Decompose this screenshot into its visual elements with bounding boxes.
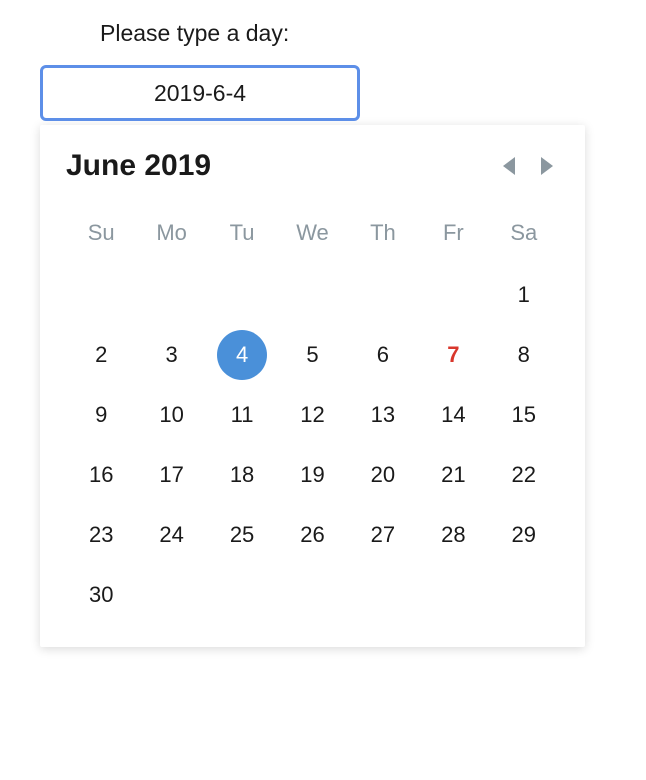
day-cell: 26: [277, 505, 347, 565]
weekday-label: Su: [66, 209, 136, 257]
weekday-label: We: [277, 209, 347, 257]
day-cell: 20: [348, 445, 418, 505]
day-cell: 14: [418, 385, 488, 445]
date-input[interactable]: [40, 65, 360, 121]
calendar-popover: June 2019 SuMoTuWeThFrSa1234567891011121…: [40, 125, 585, 647]
day-cell: 27: [348, 505, 418, 565]
day-cell: 10: [136, 385, 206, 445]
day-button[interactable]: 2: [76, 330, 126, 380]
empty-cell: [66, 265, 136, 325]
day-button[interactable]: 25: [217, 510, 267, 560]
day-cell: 22: [489, 445, 559, 505]
day-button[interactable]: 17: [147, 450, 197, 500]
day-cell: 23: [66, 505, 136, 565]
day-cell: 3: [136, 325, 206, 385]
calendar-title: June 2019: [66, 149, 211, 183]
day-button[interactable]: 26: [287, 510, 337, 560]
day-cell: 16: [66, 445, 136, 505]
day-button[interactable]: 16: [76, 450, 126, 500]
day-button[interactable]: 20: [358, 450, 408, 500]
day-button[interactable]: 3: [147, 330, 197, 380]
date-input-wrap: [40, 65, 646, 121]
day-button[interactable]: 9: [76, 390, 126, 440]
prompt-label: Please type a day:: [100, 20, 646, 47]
day-cell: 6: [348, 325, 418, 385]
day-cell: 25: [207, 505, 277, 565]
day-button[interactable]: 1: [499, 270, 549, 320]
day-cell: 1: [489, 265, 559, 325]
day-button[interactable]: 10: [147, 390, 197, 440]
day-button[interactable]: 5: [287, 330, 337, 380]
day-cell: 30: [66, 565, 136, 625]
day-cell: 17: [136, 445, 206, 505]
day-button[interactable]: 22: [499, 450, 549, 500]
day-cell: 5: [277, 325, 347, 385]
day-cell: 2: [66, 325, 136, 385]
day-button[interactable]: 11: [217, 390, 267, 440]
day-button[interactable]: 8: [499, 330, 549, 380]
day-button[interactable]: 24: [147, 510, 197, 560]
day-button[interactable]: 13: [358, 390, 408, 440]
day-button[interactable]: 7: [428, 330, 478, 380]
day-cell: 7: [418, 325, 488, 385]
day-cell: 15: [489, 385, 559, 445]
empty-cell: [277, 265, 347, 325]
weekday-label: Fr: [418, 209, 488, 257]
day-cell: 29: [489, 505, 559, 565]
calendar-nav: [497, 151, 559, 181]
empty-cell: [418, 265, 488, 325]
day-cell: 21: [418, 445, 488, 505]
day-button[interactable]: 29: [499, 510, 549, 560]
day-button[interactable]: 23: [76, 510, 126, 560]
day-cell: 4: [207, 325, 277, 385]
chevron-left-icon: [501, 155, 519, 177]
day-button[interactable]: 6: [358, 330, 408, 380]
day-cell: 19: [277, 445, 347, 505]
weekday-label: Sa: [489, 209, 559, 257]
day-button[interactable]: 21: [428, 450, 478, 500]
day-button[interactable]: 28: [428, 510, 478, 560]
next-month-button[interactable]: [533, 151, 559, 181]
day-cell: 11: [207, 385, 277, 445]
day-button[interactable]: 30: [76, 570, 126, 620]
empty-cell: [136, 265, 206, 325]
weekday-label: Th: [348, 209, 418, 257]
calendar-header: June 2019: [66, 149, 559, 183]
day-cell: 12: [277, 385, 347, 445]
day-cell: 28: [418, 505, 488, 565]
weekday-label: Mo: [136, 209, 206, 257]
day-cell: 13: [348, 385, 418, 445]
day-button[interactable]: 15: [499, 390, 549, 440]
day-cell: 24: [136, 505, 206, 565]
day-button[interactable]: 19: [287, 450, 337, 500]
day-button[interactable]: 14: [428, 390, 478, 440]
empty-cell: [207, 265, 277, 325]
day-button[interactable]: 12: [287, 390, 337, 440]
day-button[interactable]: 18: [217, 450, 267, 500]
day-button[interactable]: 4: [217, 330, 267, 380]
calendar-grid: SuMoTuWeThFrSa12345678910111213141516171…: [66, 209, 559, 625]
weekday-label: Tu: [207, 209, 277, 257]
prev-month-button[interactable]: [497, 151, 523, 181]
day-cell: 9: [66, 385, 136, 445]
chevron-right-icon: [537, 155, 555, 177]
empty-cell: [348, 265, 418, 325]
day-cell: 18: [207, 445, 277, 505]
day-button[interactable]: 27: [358, 510, 408, 560]
day-cell: 8: [489, 325, 559, 385]
